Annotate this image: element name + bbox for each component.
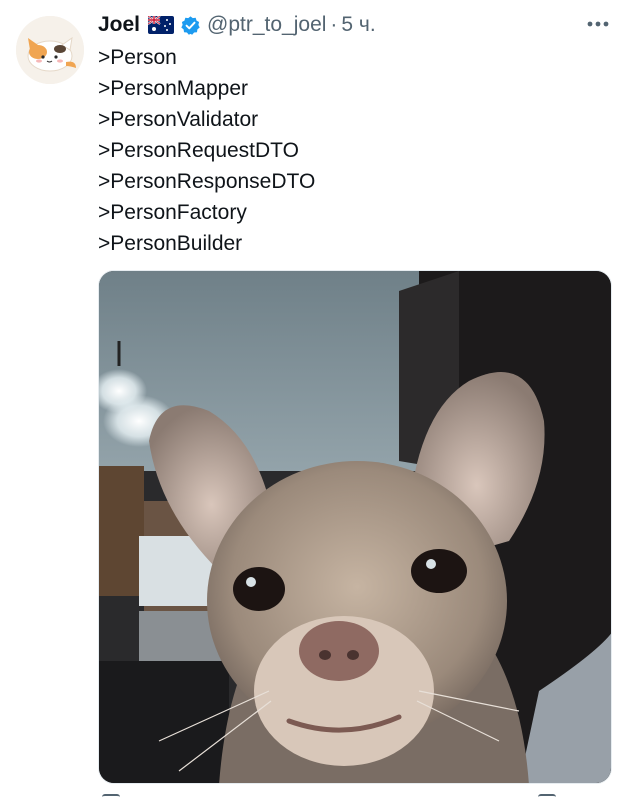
chihuahua-photo	[99, 271, 611, 783]
tweet-text-line: >PersonRequestDTO	[98, 139, 299, 162]
tweet-text-line: >PersonMapper	[98, 77, 249, 100]
calico-cat-avatar-icon	[16, 16, 84, 84]
tweet-text: >Person >PersonMapper >PersonValidator >…	[98, 42, 608, 259]
user-handle[interactable]: @ptr_to_joel	[207, 13, 326, 37]
tweet-text-line: >PersonValidator	[98, 108, 259, 131]
separator-dot: ·	[330, 13, 338, 36]
reply-icon[interactable]	[102, 794, 120, 800]
tweet-media-photo[interactable]	[98, 270, 612, 784]
verified-badge-icon[interactable]	[180, 15, 201, 36]
tweet-header: Joel @ptr_to_joel · 5 ч.	[98, 11, 376, 39]
display-name[interactable]: Joel	[98, 13, 140, 37]
tweet-actions	[98, 790, 612, 800]
tweet-timestamp[interactable]: 5 ч.	[341, 13, 375, 37]
avatar[interactable]	[16, 16, 84, 84]
more-options-button[interactable]	[582, 12, 614, 36]
bookmark-icon[interactable]	[538, 794, 556, 800]
tweet[interactable]: Joel @ptr_to_joel · 5 ч. >Person >Person…	[0, 0, 627, 800]
tweet-text-line: >PersonFactory	[98, 201, 247, 224]
more-options-icon	[587, 21, 609, 27]
australia-flag-icon	[148, 16, 175, 34]
tweet-text-line: >PersonBuilder	[98, 232, 243, 255]
tweet-text-line: >PersonResponseDTO	[98, 170, 316, 193]
tweet-text-line: >Person	[98, 46, 177, 69]
